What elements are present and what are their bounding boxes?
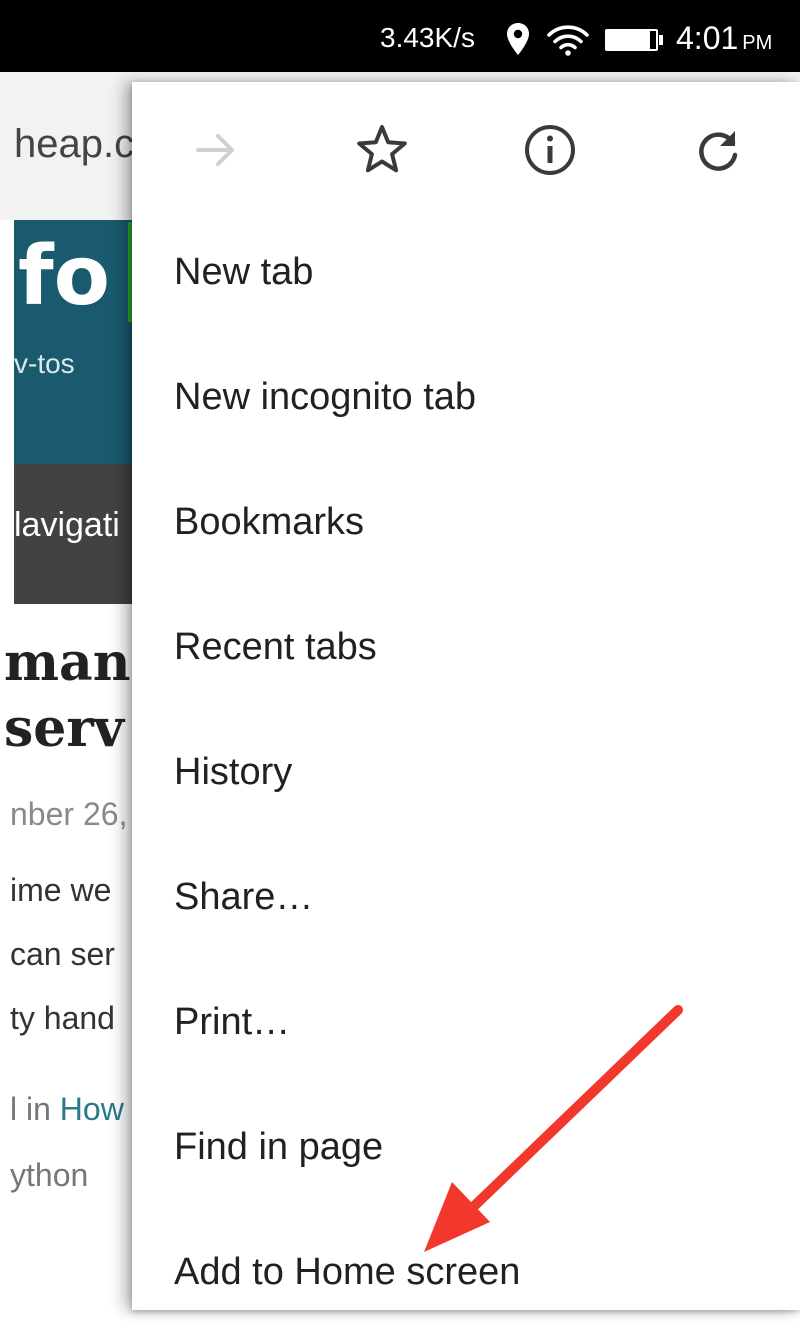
info-circle-icon bbox=[525, 125, 575, 175]
refresh-icon bbox=[699, 131, 738, 171]
article-title-line: man bbox=[4, 632, 131, 693]
menu-items: New tab New incognito tab Bookmarks Rece… bbox=[132, 210, 800, 1335]
battery-icon bbox=[604, 28, 664, 57]
article-category: l in How bbox=[10, 1091, 124, 1127]
menu-item-find-in-page[interactable]: Find in page bbox=[132, 1085, 800, 1210]
menu-toolbar bbox=[132, 82, 800, 218]
article-body-line: can ser bbox=[10, 936, 115, 972]
browser-overflow-menu: New tab New incognito tab Bookmarks Rece… bbox=[132, 82, 800, 1310]
article-date: nber 26, bbox=[10, 796, 128, 832]
menu-item-share[interactable]: Share… bbox=[132, 835, 800, 960]
article-body: ime we can ser ty hand bbox=[10, 858, 115, 1050]
url-text: heap.c bbox=[14, 122, 135, 166]
forward-button[interactable] bbox=[188, 122, 244, 178]
location-icon bbox=[506, 22, 530, 61]
article-tag[interactable]: ython bbox=[10, 1142, 124, 1208]
network-speed: 3.43K/s bbox=[380, 22, 475, 53]
arrow-forward-icon bbox=[196, 134, 234, 166]
clock-ampm: PM bbox=[742, 32, 773, 54]
article-body-line: ty hand bbox=[10, 1000, 115, 1036]
star-outline-icon bbox=[357, 125, 407, 173]
bookmark-button[interactable] bbox=[354, 122, 410, 178]
navigation-toggle[interactable]: lavigati bbox=[14, 506, 120, 545]
menu-item-new-tab[interactable]: New tab bbox=[132, 210, 800, 335]
menu-item-recent-tabs[interactable]: Recent tabs bbox=[132, 585, 800, 710]
status-bar: 3.43K/s 4:01 PM bbox=[0, 0, 800, 72]
menu-item-new-incognito-tab[interactable]: New incognito tab bbox=[132, 335, 800, 460]
reload-button[interactable] bbox=[690, 122, 746, 178]
article-meta: l in How ython bbox=[10, 1076, 124, 1208]
category-link[interactable]: How bbox=[60, 1091, 124, 1127]
menu-item-bookmarks[interactable]: Bookmarks bbox=[132, 460, 800, 585]
site-logo[interactable]: fo bbox=[18, 222, 110, 332]
wifi-icon bbox=[546, 24, 590, 61]
menu-item-add-to-home-screen[interactable]: Add to Home screen bbox=[132, 1210, 800, 1335]
page-info-button[interactable] bbox=[522, 122, 578, 178]
menu-item-history[interactable]: History bbox=[132, 710, 800, 835]
article-body-line: ime we bbox=[10, 872, 112, 908]
article-title[interactable]: man serv bbox=[4, 630, 131, 762]
clock: 4:01 PM bbox=[676, 20, 773, 56]
article-title-line: serv bbox=[4, 698, 124, 759]
site-tagline: v-tos bbox=[14, 348, 75, 379]
menu-item-print[interactable]: Print… bbox=[132, 960, 800, 1085]
